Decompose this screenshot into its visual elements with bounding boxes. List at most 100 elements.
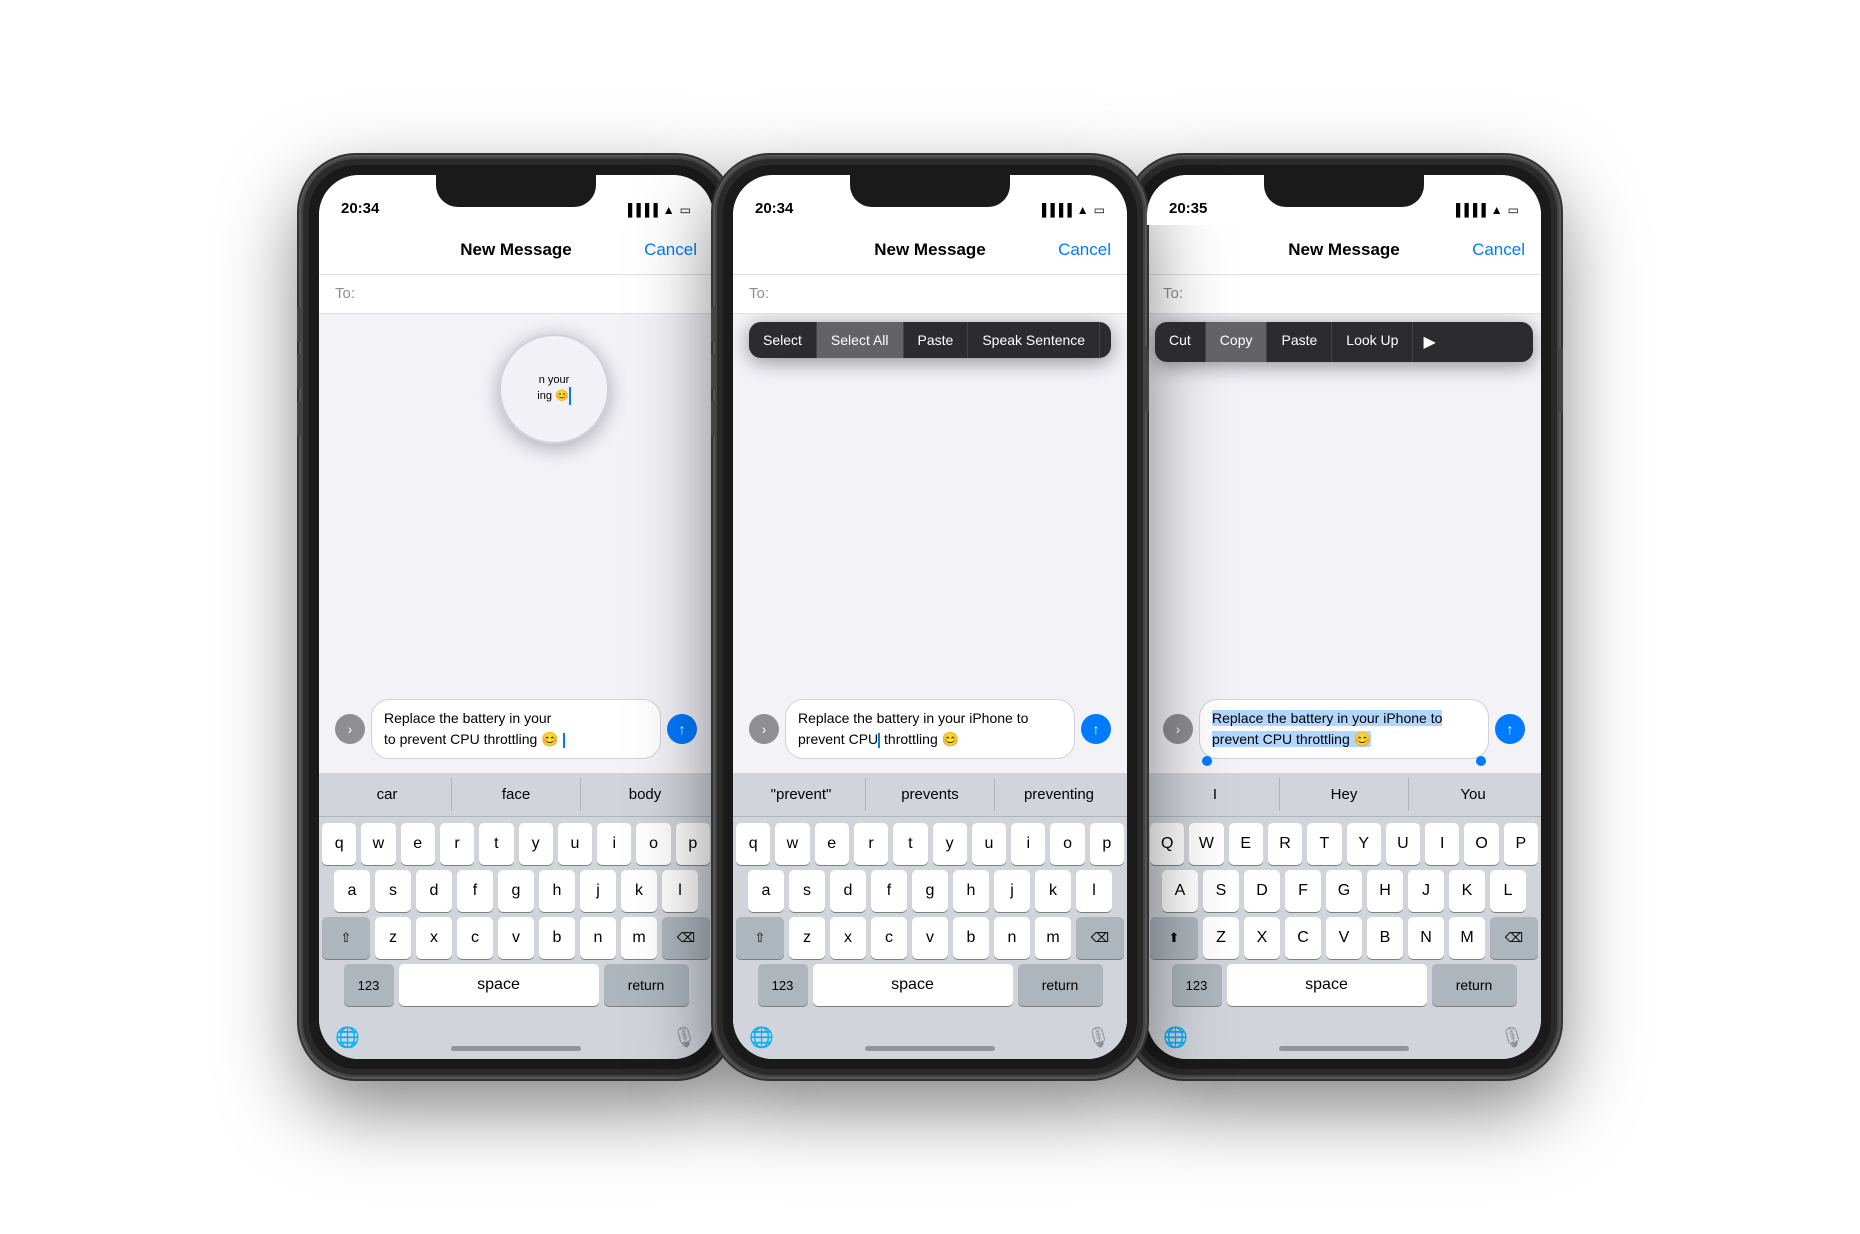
key-d-1[interactable]: d xyxy=(416,870,452,912)
key-u-1[interactable]: u xyxy=(558,823,592,865)
key-G-3[interactable]: G xyxy=(1326,870,1362,912)
key-v-2[interactable]: v xyxy=(912,917,948,959)
key-L-3[interactable]: L xyxy=(1490,870,1526,912)
key-r-1[interactable]: r xyxy=(440,823,474,865)
key-a-2[interactable]: a xyxy=(748,870,784,912)
send-button-2[interactable]: ↑ xyxy=(1081,714,1111,744)
key-o-2[interactable]: o xyxy=(1050,823,1084,865)
suggestion-3-2[interactable]: Hey xyxy=(1279,778,1408,811)
key-M-3[interactable]: M xyxy=(1449,917,1485,959)
key-z-2[interactable]: z xyxy=(789,917,825,959)
num-key-3[interactable]: 123 xyxy=(1172,964,1222,1006)
message-area-1[interactable]: n youring 😊 › Replace the battery in you… xyxy=(319,314,713,773)
key-O-3[interactable]: O xyxy=(1464,823,1498,865)
suggestion-2-3[interactable]: preventing xyxy=(994,778,1123,811)
key-Y-3[interactable]: Y xyxy=(1347,823,1381,865)
mic-icon-2[interactable]: 🎙 xyxy=(1086,1025,1111,1050)
compose-input-2[interactable]: Replace the battery in your iPhone to pr… xyxy=(785,699,1075,759)
key-p-2[interactable]: p xyxy=(1090,823,1124,865)
space-key-3[interactable]: space xyxy=(1227,964,1427,1006)
context-paste-2[interactable]: Paste xyxy=(904,322,969,358)
return-key-3[interactable]: return xyxy=(1432,964,1517,1006)
to-field-1[interactable]: To: xyxy=(319,275,713,314)
key-s-1[interactable]: s xyxy=(375,870,411,912)
key-y-2[interactable]: y xyxy=(933,823,967,865)
key-m-2[interactable]: m xyxy=(1035,917,1071,959)
key-R-3[interactable]: R xyxy=(1268,823,1302,865)
key-H-3[interactable]: H xyxy=(1367,870,1403,912)
key-I-3[interactable]: I xyxy=(1425,823,1459,865)
cancel-button-2[interactable]: Cancel xyxy=(1058,240,1111,260)
key-V-3[interactable]: V xyxy=(1326,917,1362,959)
key-l-2[interactable]: l xyxy=(1076,870,1112,912)
key-t-2[interactable]: t xyxy=(893,823,927,865)
key-P-3[interactable]: P xyxy=(1504,823,1538,865)
key-n-2[interactable]: n xyxy=(994,917,1030,959)
key-C-3[interactable]: C xyxy=(1285,917,1321,959)
key-x-2[interactable]: x xyxy=(830,917,866,959)
key-c-1[interactable]: c xyxy=(457,917,493,959)
key-y-1[interactable]: y xyxy=(519,823,553,865)
key-q-1[interactable]: q xyxy=(322,823,356,865)
shift-key-1[interactable]: ⇧ xyxy=(322,917,370,959)
shift-key-3[interactable]: ⬆ xyxy=(1150,917,1198,959)
context-lookup-3[interactable]: Look Up xyxy=(1332,322,1413,362)
key-e-1[interactable]: e xyxy=(401,823,435,865)
key-Z-3[interactable]: Z xyxy=(1203,917,1239,959)
compose-input-3[interactable]: Replace the battery in your iPhone to pr… xyxy=(1199,699,1489,759)
key-K-3[interactable]: K xyxy=(1449,870,1485,912)
delete-key-2[interactable]: ⌫ xyxy=(1076,917,1124,959)
key-k-2[interactable]: k xyxy=(1035,870,1071,912)
mic-icon-1[interactable]: 🎙 xyxy=(672,1025,697,1050)
key-q-2[interactable]: q xyxy=(736,823,770,865)
key-i-2[interactable]: i xyxy=(1011,823,1045,865)
key-d-2[interactable]: d xyxy=(830,870,866,912)
key-r-2[interactable]: r xyxy=(854,823,888,865)
key-l-1[interactable]: l xyxy=(662,870,698,912)
key-X-3[interactable]: X xyxy=(1244,917,1280,959)
suggestion-1-3[interactable]: body xyxy=(580,778,709,811)
num-key-2[interactable]: 123 xyxy=(758,964,808,1006)
suggestion-3-3[interactable]: You xyxy=(1408,778,1537,811)
return-key-2[interactable]: return xyxy=(1018,964,1103,1006)
expand-button-2[interactable]: › xyxy=(749,714,779,744)
key-k-1[interactable]: k xyxy=(621,870,657,912)
delete-key-1[interactable]: ⌫ xyxy=(662,917,710,959)
context-paste-3[interactable]: Paste xyxy=(1267,322,1332,362)
globe-icon-2[interactable]: 🌐 xyxy=(749,1025,774,1050)
cancel-button-1[interactable]: Cancel xyxy=(644,240,697,260)
key-T-3[interactable]: T xyxy=(1307,823,1341,865)
expand-button-3[interactable]: › xyxy=(1163,714,1193,744)
suggestion-2-2[interactable]: prevents xyxy=(865,778,994,811)
key-J-3[interactable]: J xyxy=(1408,870,1444,912)
return-key-1[interactable]: return xyxy=(604,964,689,1006)
mic-icon-3[interactable]: 🎙 xyxy=(1500,1025,1525,1050)
key-u-2[interactable]: u xyxy=(972,823,1006,865)
context-copy-3[interactable]: Copy xyxy=(1206,322,1268,362)
space-key-2[interactable]: space xyxy=(813,964,1013,1006)
key-h-2[interactable]: h xyxy=(953,870,989,912)
key-f-1[interactable]: f xyxy=(457,870,493,912)
send-button-3[interactable]: ↑ xyxy=(1495,714,1525,744)
message-area-2[interactable]: Select Select All Paste Speak Sentence ›… xyxy=(733,314,1127,773)
cancel-button-3[interactable]: Cancel xyxy=(1472,240,1525,260)
key-b-2[interactable]: b xyxy=(953,917,989,959)
key-e-2[interactable]: e xyxy=(815,823,849,865)
key-s-2[interactable]: s xyxy=(789,870,825,912)
key-w-1[interactable]: w xyxy=(361,823,395,865)
suggestion-3-1[interactable]: I xyxy=(1151,778,1279,811)
suggestion-1-1[interactable]: car xyxy=(323,778,451,811)
key-j-1[interactable]: j xyxy=(580,870,616,912)
key-S-3[interactable]: S xyxy=(1203,870,1239,912)
key-N-3[interactable]: N xyxy=(1408,917,1444,959)
key-F-3[interactable]: F xyxy=(1285,870,1321,912)
context-select-2[interactable]: Select xyxy=(749,322,817,358)
key-h-1[interactable]: h xyxy=(539,870,575,912)
key-g-1[interactable]: g xyxy=(498,870,534,912)
context-speak-2[interactable]: Speak Sentence xyxy=(968,322,1100,358)
key-W-3[interactable]: W xyxy=(1189,823,1223,865)
key-t-1[interactable]: t xyxy=(479,823,513,865)
key-w-2[interactable]: w xyxy=(775,823,809,865)
key-i-1[interactable]: i xyxy=(597,823,631,865)
key-f-2[interactable]: f xyxy=(871,870,907,912)
